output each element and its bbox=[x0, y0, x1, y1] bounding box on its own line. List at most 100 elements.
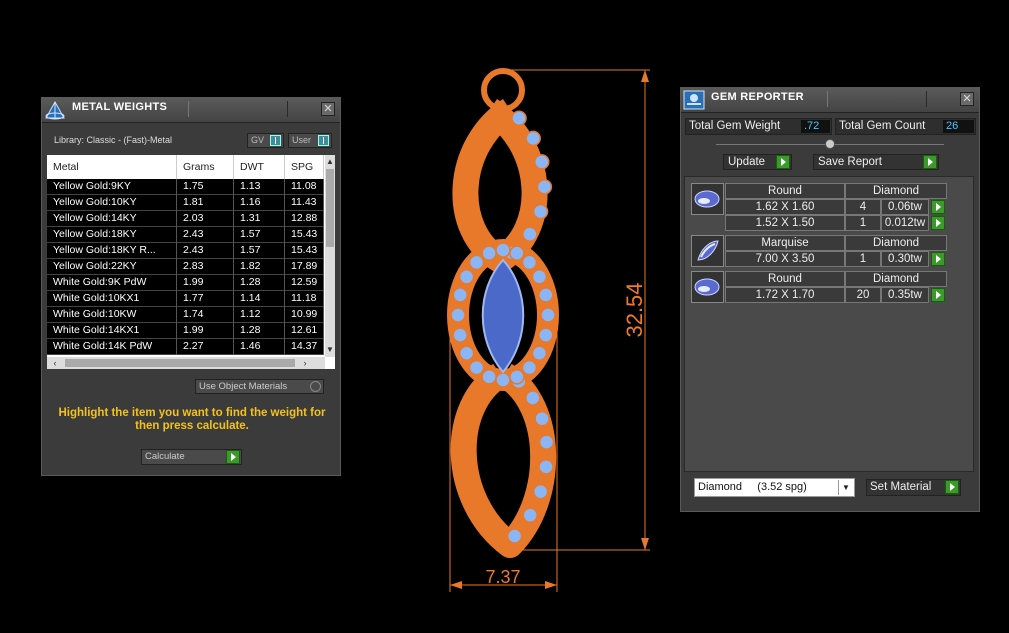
dwt-cell: 1.46 bbox=[234, 339, 285, 355]
gem-material: Diamond bbox=[845, 271, 947, 287]
library-label: Library: Classic - (Fast)-Metal bbox=[54, 135, 173, 145]
pave-stone bbox=[532, 483, 549, 500]
dwt-cell: 1.13 bbox=[234, 179, 285, 195]
dwt-cell: 1.12 bbox=[234, 307, 285, 323]
save-report-label: Save Report bbox=[818, 156, 882, 168]
column-header-grams[interactable]: Grams bbox=[177, 155, 234, 179]
dwt-cell: 1.57 bbox=[234, 227, 285, 243]
close-button[interactable]: ✕ bbox=[321, 102, 335, 116]
scroll-right-icon[interactable]: › bbox=[299, 357, 311, 369]
spg-cell: 17.89 bbox=[285, 259, 324, 275]
select-gem-arrow-icon[interactable] bbox=[931, 252, 945, 266]
play-arrow-icon bbox=[776, 155, 790, 169]
chevron-down-icon[interactable]: ▼ bbox=[838, 480, 853, 495]
gem-weight: 0.06tw bbox=[888, 201, 922, 213]
round-gem-icon bbox=[694, 278, 720, 296]
spg-cell: 12.61 bbox=[285, 323, 324, 339]
select-gem-arrow-icon[interactable] bbox=[931, 288, 945, 302]
gem-reporter-panel: GEM REPORTER ✕ Total Gem Weight .72 Tota… bbox=[680, 87, 980, 512]
metal-table: Metal Grams DWT SPG Yellow Gold:9KY 1.75 1… bbox=[47, 155, 335, 369]
pave-stone bbox=[522, 226, 538, 242]
total-gem-weight: Total Gem Weight .72 bbox=[685, 118, 832, 135]
calculate-button[interactable]: Calculate bbox=[141, 449, 242, 465]
spg-cell: 11.43 bbox=[285, 195, 324, 211]
table-row[interactable]: White Gold:10KW 1.74 1.12 10.99 bbox=[47, 307, 324, 323]
save-report-button[interactable]: Save Report bbox=[813, 154, 939, 170]
round-gem-thumbnail[interactable] bbox=[691, 271, 724, 303]
pave-stone bbox=[521, 254, 538, 271]
grams-cell: 2.43 bbox=[177, 227, 234, 243]
material-select[interactable]: Diamond (3.52 spg) ▼ bbox=[694, 478, 855, 497]
gv-toggle[interactable]: GV bbox=[247, 133, 284, 148]
gv-toggle-label: GV bbox=[251, 135, 265, 145]
grams-cell: 1.99 bbox=[177, 275, 234, 291]
select-gem-arrow-icon[interactable] bbox=[931, 216, 945, 230]
column-header-metal[interactable]: Metal bbox=[47, 155, 177, 179]
scroll-up-icon[interactable]: ▲ bbox=[325, 157, 335, 167]
pave-stone bbox=[450, 307, 466, 323]
pave-stone bbox=[531, 345, 548, 361]
gem-count: 20 bbox=[845, 287, 881, 303]
user-toggle[interactable]: User bbox=[288, 133, 332, 148]
column-header-spg[interactable]: SPG bbox=[285, 155, 324, 179]
pyramid-icon bbox=[45, 100, 65, 120]
set-material-button[interactable]: Set Material bbox=[866, 479, 961, 496]
pave-stone bbox=[468, 359, 485, 376]
table-row[interactable]: Yellow Gold:9KY 1.75 1.13 11.08 bbox=[47, 179, 324, 195]
scroll-down-icon[interactable]: ▼ bbox=[325, 345, 335, 355]
gem-size: 1.52 X 1.50 bbox=[725, 215, 845, 231]
table-row[interactable]: White Gold:9K PdW 1.99 1.28 12.59 bbox=[47, 275, 324, 291]
gem-shape: Marquise bbox=[725, 235, 845, 251]
table-row[interactable]: Yellow Gold:22KY 2.83 1.82 17.89 bbox=[47, 259, 324, 275]
pave-stone bbox=[522, 507, 538, 523]
total-gem-weight-label: Total Gem Weight bbox=[689, 120, 781, 132]
round-gem-icon bbox=[694, 190, 720, 208]
dwt-cell: 1.28 bbox=[234, 275, 285, 291]
dwt-cell: 1.31 bbox=[234, 211, 285, 227]
pendant-viewport[interactable]: 32.54 7.37 bbox=[430, 60, 670, 600]
column-header-dwt[interactable]: DWT bbox=[234, 155, 285, 179]
scroll-thumb[interactable] bbox=[65, 359, 295, 367]
grams-cell: 2.43 bbox=[177, 243, 234, 259]
gem-size: 1.72 X 1.70 bbox=[725, 287, 845, 303]
metal-weights-titlebar[interactable]: METAL WEIGHTS ✕ bbox=[42, 98, 340, 123]
metal-cell: Yellow Gold:14KY bbox=[47, 211, 177, 227]
total-gem-count: Total Gem Count 26 bbox=[835, 118, 976, 135]
grams-cell: 2.83 bbox=[177, 259, 234, 275]
pave-stone bbox=[534, 154, 550, 170]
table-row[interactable]: Yellow Gold:18KY 2.43 1.57 15.43 bbox=[47, 227, 324, 243]
table-row[interactable]: Yellow Gold:10KY 1.81 1.16 11.43 bbox=[47, 195, 324, 211]
pave-stone bbox=[525, 130, 541, 147]
update-button[interactable]: Update bbox=[723, 154, 792, 170]
marquise-gem-thumbnail[interactable] bbox=[691, 235, 724, 267]
metal-weights-panel: METAL WEIGHTS ✕ Library: Classic - (Fast… bbox=[41, 97, 341, 476]
gem-weight: 0.30tw bbox=[888, 253, 922, 265]
vertical-scrollbar[interactable]: ▲ ▼ bbox=[325, 155, 335, 357]
pave-stone bbox=[532, 203, 549, 220]
metal-cell: Yellow Gold:18KY bbox=[47, 227, 177, 243]
gem-weight-row: 0.012tw bbox=[881, 215, 945, 231]
marquise-gem-icon bbox=[697, 240, 719, 261]
select-gem-arrow-icon[interactable] bbox=[931, 200, 945, 214]
close-button[interactable]: ✕ bbox=[960, 92, 974, 106]
splitter-handle[interactable] bbox=[825, 139, 835, 149]
table-row[interactable]: White Gold:14KX1 1.99 1.28 12.61 bbox=[47, 323, 324, 339]
pave-stone bbox=[458, 345, 475, 361]
use-object-materials-checkbox[interactable]: Use Object Materials bbox=[195, 379, 324, 394]
table-row[interactable]: White Gold:14K PdW 2.27 1.46 14.37 bbox=[47, 339, 324, 355]
grams-cell: 2.03 bbox=[177, 211, 234, 227]
spg-cell: 11.08 bbox=[285, 179, 324, 195]
table-row[interactable]: Yellow Gold:14KY 2.03 1.31 12.88 bbox=[47, 211, 324, 227]
pave-stone bbox=[536, 179, 553, 195]
pave-stone bbox=[468, 254, 485, 271]
table-row[interactable]: Yellow Gold:18KY R... 2.43 1.57 15.43 bbox=[47, 243, 324, 259]
scroll-thumb[interactable] bbox=[326, 169, 334, 247]
use-object-materials-label: Use Object Materials bbox=[199, 381, 288, 392]
pave-stone bbox=[458, 269, 475, 285]
horizontal-scrollbar[interactable]: ‹ › bbox=[47, 357, 325, 369]
round-gem-thumbnail[interactable] bbox=[691, 183, 724, 215]
scroll-left-icon[interactable]: ‹ bbox=[49, 357, 61, 369]
table-row[interactable]: White Gold:10KX1 1.77 1.14 11.18 bbox=[47, 291, 324, 307]
gem-reporter-titlebar[interactable]: GEM REPORTER ✕ bbox=[681, 88, 979, 113]
metal-table-header: Metal Grams DWT SPG bbox=[47, 155, 324, 179]
